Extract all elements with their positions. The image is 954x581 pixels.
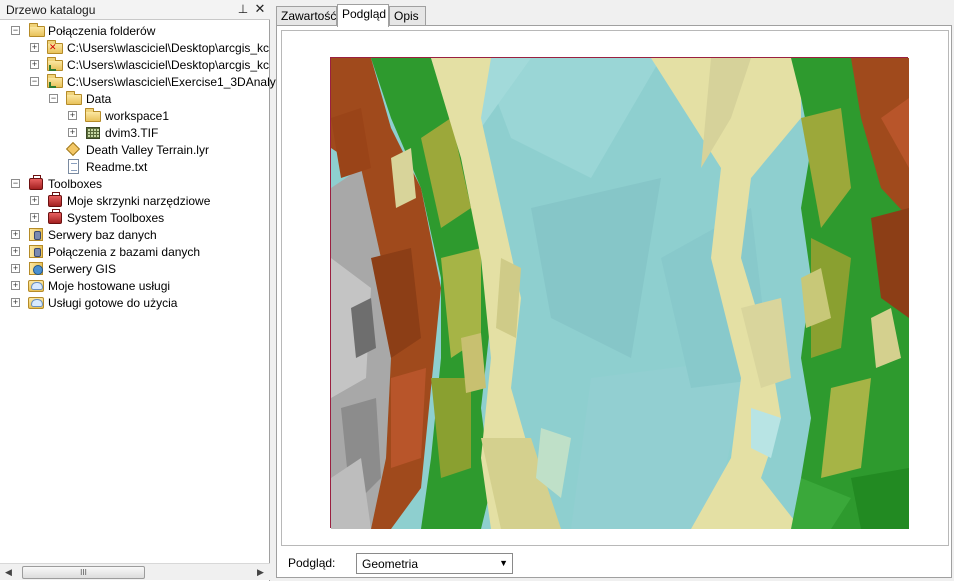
toolbox-icon [28, 175, 45, 191]
tree-item-label: Usługi gotowe do użycia [48, 296, 178, 310]
tree-item-label: Moje skrzynki narzędziowe [67, 194, 211, 208]
folder-icon [66, 91, 83, 106]
close-icon[interactable]: ✕ [253, 2, 267, 16]
horizontal-scrollbar[interactable]: ◀ III ▶ [0, 563, 270, 580]
terrain-image [331, 58, 909, 529]
tree-item-label: C:\Users\wlasciciel\Desktop\arcgis_kc [67, 58, 270, 72]
catalog-title-bar: Drzewo katalogu ⊥ ✕ [0, 0, 270, 20]
expand-icon[interactable]: + [30, 196, 39, 205]
expand-icon[interactable]: + [30, 60, 39, 69]
hosted-services-icon [28, 278, 45, 293]
tree-item-hosted-services[interactable]: + Moje hostowane usługi [0, 278, 270, 295]
expand-icon[interactable]: + [68, 128, 77, 137]
tree-item-toolboxes[interactable]: − Toolboxes [0, 175, 270, 193]
folder-connections-icon [29, 23, 46, 38]
tree-item-label: Moje hostowane usługi [48, 279, 171, 293]
scrollbar-thumb[interactable]: III [22, 566, 145, 579]
tree-item-system-toolboxes[interactable]: + System Toolboxes [0, 209, 270, 227]
scroll-left-icon[interactable]: ◀ [2, 566, 15, 579]
tree-item-my-toolboxes[interactable]: + Moje skrzynki narzędziowe [0, 192, 270, 210]
tree-item-exercise1[interactable]: − C:\Users\wlasciciel\Exercise1_3DAnaly [0, 74, 276, 91]
tree-item-label: workspace1 [105, 109, 170, 123]
tab-description[interactable]: Opis [389, 6, 426, 26]
tree-item-label: Data [86, 92, 112, 106]
collapse-icon[interactable]: − [49, 94, 58, 103]
folder-icon [85, 108, 102, 123]
expand-icon[interactable]: + [11, 298, 20, 307]
database-server-icon [28, 227, 45, 242]
preview-mode-label: Podgląd: [288, 556, 336, 570]
tree-item-label: Serwery GIS [48, 262, 117, 276]
expand-icon[interactable]: + [30, 43, 39, 52]
tree-item-label: Połączenia folderów [48, 24, 156, 38]
raster-icon [85, 125, 102, 140]
tree-item-death-valley-layer[interactable]: Death Valley Terrain.lyr [0, 141, 270, 159]
tree-item-database-servers[interactable]: + Serwery baz danych [0, 227, 270, 244]
tree-item-database-connections[interactable]: + Połączenia z bazami danych [0, 244, 270, 261]
collapse-icon[interactable]: − [30, 77, 39, 86]
ready-services-icon [28, 295, 45, 310]
folder-link-icon [47, 57, 64, 72]
expand-icon[interactable]: + [30, 213, 39, 222]
tree-item-workspace1[interactable]: + workspace1 [0, 108, 270, 125]
tree-item-data[interactable]: − Data [0, 91, 270, 108]
layer-icon [65, 141, 82, 157]
catalog-title: Drzewo katalogu [6, 3, 96, 17]
expand-icon[interactable]: + [11, 264, 20, 273]
preview-panel: Podgląd: Geometria ▼ [276, 25, 952, 578]
tab-contents[interactable]: Zawartość [276, 6, 337, 26]
tree-item-label: Readme.txt [86, 160, 148, 174]
preview-canvas[interactable] [281, 30, 949, 546]
tree-item-label: dvim3.TIF [105, 126, 159, 140]
preview-mode-value: Geometria [362, 557, 419, 571]
tree-item-desktop-arcgis-2[interactable]: + C:\Users\wlasciciel\Desktop\arcgis_kc [0, 57, 270, 74]
tree-item-label: Death Valley Terrain.lyr [86, 143, 209, 157]
tree-item-label: C:\Users\wlasciciel\Desktop\arcgis_kc [67, 41, 270, 55]
expand-icon[interactable]: + [11, 230, 20, 239]
chevron-down-icon[interactable]: ▼ [499, 558, 508, 568]
tree-item-folder-connections[interactable]: − Połączenia folderów [0, 23, 270, 40]
gis-server-icon [28, 261, 45, 276]
tree-item-label: Połączenia z bazami danych [48, 245, 201, 259]
tree-item-label: C:\Users\wlasciciel\Exercise1_3DAnaly [67, 75, 276, 89]
folder-error-icon [47, 40, 64, 55]
tree-item-desktop-arcgis-1[interactable]: + C:\Users\wlasciciel\Desktop\arcgis_kc [0, 40, 270, 57]
expand-icon[interactable]: + [11, 247, 20, 256]
toolbox-icon [47, 209, 64, 225]
tree-item-label: Toolboxes [48, 177, 103, 191]
pin-icon[interactable]: ⊥ [236, 2, 250, 16]
folder-link-icon [47, 74, 64, 89]
expand-icon[interactable]: + [68, 111, 77, 120]
scroll-right-icon[interactable]: ▶ [254, 566, 267, 579]
tree-item-gis-servers[interactable]: + Serwery GIS [0, 261, 270, 278]
tree-item-ready-services[interactable]: + Usługi gotowe do użycia [0, 295, 270, 312]
terrain-preview[interactable] [330, 57, 909, 529]
tree-item-label: System Toolboxes [67, 211, 165, 225]
collapse-icon[interactable]: − [11, 26, 20, 35]
tree-item-dvim3[interactable]: + dvim3.TIF [0, 125, 270, 142]
text-file-icon [65, 159, 82, 174]
collapse-icon[interactable]: − [11, 179, 20, 188]
tree-item-label: Serwery baz danych [48, 228, 157, 242]
expand-icon[interactable]: + [11, 281, 20, 290]
catalog-panel: Drzewo katalogu ⊥ ✕ − Połączenia folderó… [0, 0, 276, 581]
toolbox-icon [47, 192, 64, 208]
tree-item-readme[interactable]: Readme.txt [0, 159, 270, 176]
database-connection-icon [28, 244, 45, 259]
preview-mode-select[interactable]: Geometria ▼ [356, 553, 513, 574]
tab-preview[interactable]: Podgląd [337, 4, 389, 27]
